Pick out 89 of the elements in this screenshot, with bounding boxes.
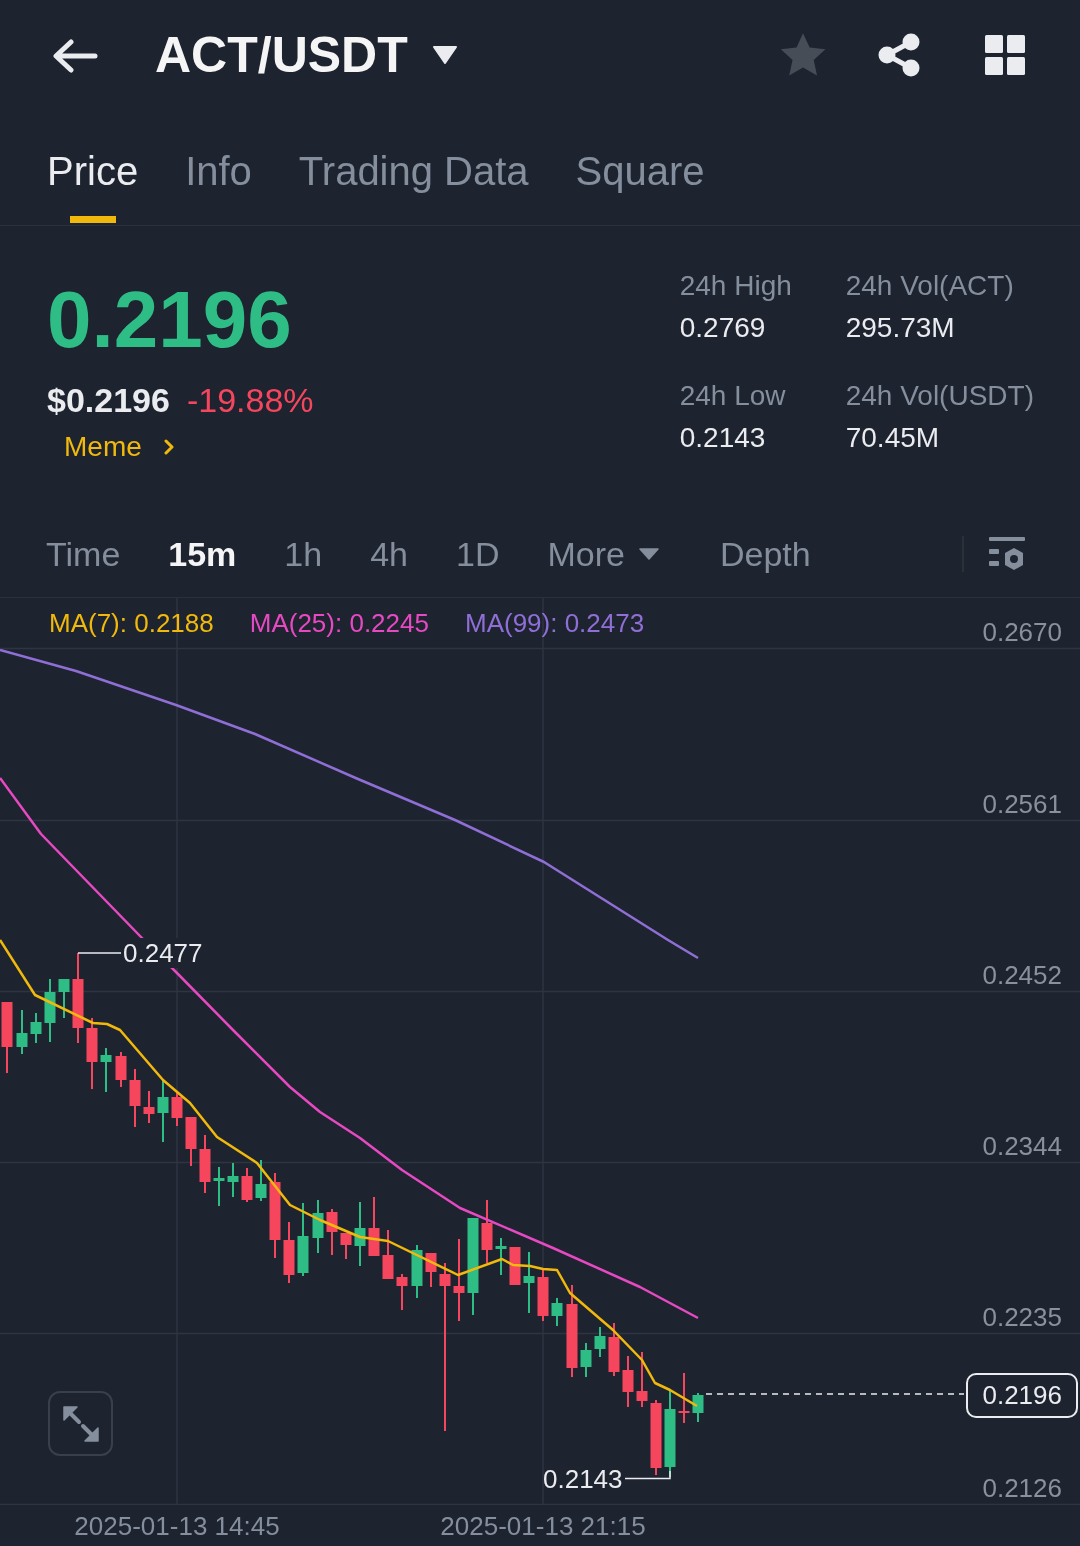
last-price: 0.2196 <box>47 275 292 365</box>
pair-selector[interactable]: ACT/USDT <box>155 25 458 85</box>
candlestick <box>396 1273 408 1311</box>
time-axis-label: 2025-01-13 21:15 <box>440 1511 646 1541</box>
high-price-label: 0.2477 <box>123 938 203 968</box>
candlestick <box>143 1090 155 1124</box>
chevron-right-icon <box>163 439 174 455</box>
candlestick <box>115 1051 127 1088</box>
price-axis-label: 0.2452 <box>982 961 1062 989</box>
price-change: -19.88% <box>186 380 314 421</box>
candlestick <box>580 1342 592 1378</box>
chart-settings-icon[interactable] <box>989 537 1025 571</box>
interval-tab[interactable]: 1D <box>456 532 500 576</box>
stat-value: 0.2769 <box>679 311 766 345</box>
price-axis-label: 0.2670 <box>982 618 1062 646</box>
candlestick <box>58 978 70 1019</box>
low-price-label: 0.2143 <box>543 1464 623 1494</box>
candlestick <box>551 1297 563 1327</box>
stat-label: 24h Low <box>679 379 786 413</box>
indicator-label: MA(7): 0.2188 <box>49 608 214 638</box>
stat-label: 24h Vol(USDT) <box>845 379 1034 413</box>
expand-icon <box>62 1405 99 1442</box>
caret-down-icon <box>431 46 458 64</box>
price-axis-label: 0.2235 <box>982 1303 1062 1331</box>
indicator-label: MA(99): 0.2473 <box>464 608 645 638</box>
interval-tab[interactable]: 15m <box>168 532 237 576</box>
candlestick <box>227 1162 239 1198</box>
candlestick <box>354 1201 366 1267</box>
candlestick <box>622 1355 634 1408</box>
tab[interactable]: Info <box>185 148 252 223</box>
candlestick <box>30 1012 42 1044</box>
candlestick <box>185 1116 197 1167</box>
price-axis-label: 0.2344 <box>982 1132 1062 1160</box>
candlestick <box>100 1047 112 1093</box>
price-axis-label: 0.2561 <box>982 790 1062 818</box>
candlestick <box>523 1251 535 1314</box>
stat-label: 24h High <box>679 269 792 303</box>
category-link[interactable]: Meme <box>64 427 174 467</box>
candlestick <box>368 1196 380 1257</box>
star-icon[interactable] <box>780 32 826 78</box>
grid-icon[interactable] <box>985 35 1025 75</box>
depth-tab[interactable]: Depth <box>719 532 811 576</box>
candlestick <box>692 1392 704 1423</box>
leader-line <box>624 1470 671 1480</box>
fullscreen-button[interactable] <box>48 1391 113 1456</box>
candlestick <box>537 1269 549 1322</box>
more-dropdown[interactable]: More <box>547 532 659 576</box>
caret-down-icon <box>638 548 659 560</box>
tab[interactable]: Trading Data <box>298 148 529 223</box>
candlestick <box>213 1166 225 1207</box>
candlestick <box>171 1092 183 1127</box>
tab[interactable]: Price <box>47 148 139 223</box>
current-price-tag: 0.2196 <box>966 1373 1078 1418</box>
candlestick <box>157 1078 169 1143</box>
candlestick <box>312 1199 324 1254</box>
candlestick <box>481 1199 493 1264</box>
candlestick <box>326 1208 338 1256</box>
candlestick <box>678 1372 690 1424</box>
candlestick <box>636 1351 648 1408</box>
candlestick <box>509 1246 521 1286</box>
candlestick <box>495 1237 507 1276</box>
back-arrow-icon[interactable] <box>52 39 98 73</box>
usd-price: $0.2196 <box>47 380 170 421</box>
candlestick <box>608 1322 620 1377</box>
candlestick <box>199 1134 211 1194</box>
candlestick <box>425 1252 437 1288</box>
candlestick <box>241 1167 253 1203</box>
candlestick <box>382 1229 394 1280</box>
interval-tab[interactable]: Time <box>46 532 121 576</box>
interval-tab[interactable]: 4h <box>370 532 408 576</box>
candlestick <box>255 1159 267 1202</box>
candlestick <box>411 1244 423 1299</box>
candlestick <box>44 978 56 1043</box>
price-axis-label: 0.2126 <box>982 1474 1062 1502</box>
interval-tab[interactable]: 1h <box>284 532 323 576</box>
stat-value: 295.73M <box>845 311 955 345</box>
indicator-label: MA(25): 0.2245 <box>249 608 429 638</box>
time-axis-label: 2025-01-13 14:45 <box>74 1511 280 1541</box>
candlestick <box>129 1068 141 1128</box>
candlestick <box>340 1232 352 1260</box>
leader-line <box>77 952 122 954</box>
stat-value: 0.2143 <box>679 421 766 455</box>
candlestick <box>16 1009 28 1055</box>
stat-label: 24h Vol(ACT) <box>845 269 1014 303</box>
candlestick <box>594 1326 606 1358</box>
share-icon[interactable] <box>878 33 920 77</box>
candlestick <box>283 1221 295 1284</box>
tab[interactable]: Square <box>575 148 705 223</box>
stat-value: 70.45M <box>845 421 940 455</box>
